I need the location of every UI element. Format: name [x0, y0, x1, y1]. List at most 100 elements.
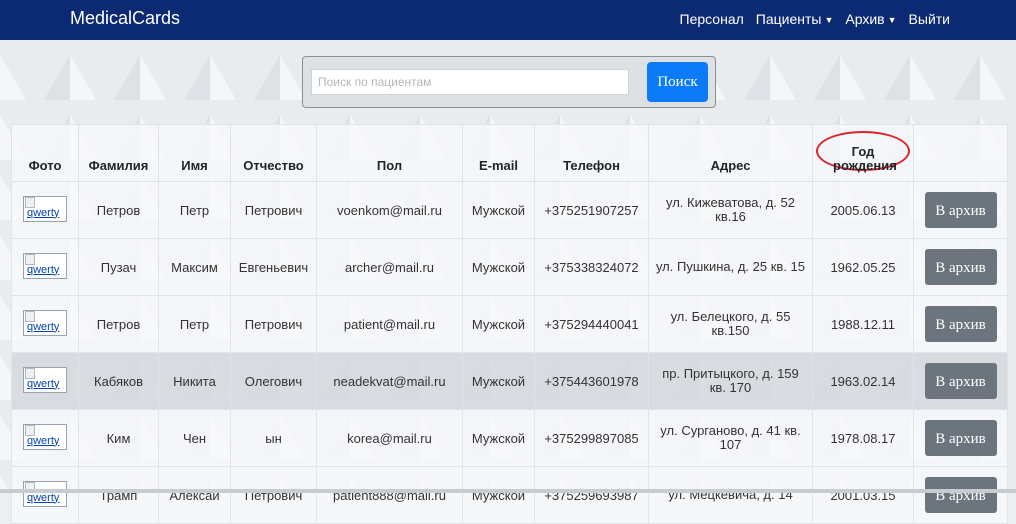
archive-button[interactable]: В архив [924, 363, 997, 399]
email-cell: Мужской [462, 181, 535, 239]
photo-cell: qwerty [11, 181, 79, 239]
address-cell: ул. Пушкина, д. 25 кв. 15 [648, 238, 813, 296]
patient-photo[interactable]: qwerty [23, 423, 67, 450]
header-patronymic: Отчество [230, 124, 317, 182]
caret-down-icon: ▼ [824, 15, 834, 26]
phone-cell: +375294440041 [534, 295, 649, 353]
brand-logo[interactable]: MedicalCards [70, 8, 180, 29]
header-email: E-mail [462, 124, 535, 182]
surname-cell: Трамп [78, 466, 159, 524]
photo-cell: qwerty [11, 238, 79, 296]
patients-table: Фото Фамилия Имя Отчество Пол E-mail Тел… [11, 124, 1008, 524]
horizontal-scrollbar[interactable] [0, 489, 1016, 493]
birth-cell: 1963.02.14 [812, 352, 914, 410]
phone-cell: +375259693987 [534, 466, 649, 524]
phone-cell: +375299897085 [534, 409, 649, 467]
birth-cell: 2001.03.15 [812, 466, 914, 524]
photo-alt-text: qwerty [27, 263, 60, 276]
patient-photo[interactable]: qwerty [23, 366, 67, 393]
gender-cell: neadekvat@mail.ru [316, 352, 463, 410]
surname-cell: Петров [78, 181, 159, 239]
surname-cell: Пузач [78, 238, 159, 296]
gender-cell: archer@mail.ru [316, 238, 463, 296]
archive-button[interactable]: В архив [924, 306, 997, 342]
patient-photo[interactable]: qwerty [23, 195, 67, 222]
navbar: MedicalCards Персонал Пациенты ▼ Архив ▼ В… [0, 0, 1016, 40]
actions-cell: В архив [913, 352, 1008, 410]
patronymic-cell: Евгеньевич [230, 238, 317, 296]
search-button[interactable]: Поиск [647, 62, 708, 102]
broken-image-icon [25, 196, 35, 208]
patient-photo[interactable]: qwerty [23, 309, 67, 336]
search-form: Поиск [302, 56, 716, 108]
gender-cell: patient888@mail.ru [316, 466, 463, 524]
patronymic-cell: Петрович [230, 466, 317, 524]
header-birth-year: Год рождения [812, 124, 914, 182]
name-cell: Петр [158, 295, 231, 353]
photo-alt-text: qwerty [27, 491, 60, 504]
patient-photo[interactable]: qwerty [23, 252, 67, 279]
header-phone: Телефон [534, 124, 649, 182]
broken-image-icon [25, 424, 35, 436]
actions-cell: В архив [913, 466, 1008, 524]
broken-image-icon [25, 253, 35, 265]
patronymic-cell: Петрович [230, 295, 317, 353]
archive-button[interactable]: В архив [924, 249, 997, 285]
header-actions [913, 124, 1008, 182]
photo-cell: qwerty [11, 409, 79, 467]
header-address: Адрес [648, 124, 813, 182]
birth-cell: 2005.06.13 [812, 181, 914, 239]
photo-alt-text: qwerty [27, 320, 60, 333]
photo-cell: qwerty [11, 295, 79, 353]
birth-cell: 1988.12.11 [812, 295, 914, 353]
name-cell: Чен [158, 409, 231, 467]
nav-archive-label: Архив [845, 11, 885, 27]
header-name: Имя [158, 124, 231, 182]
nav-archive-dropdown[interactable]: Архив ▼ [845, 11, 896, 27]
photo-alt-text: qwerty [27, 377, 60, 390]
table-row: qwerty Петров Петр Петрович patient@mail.ru М… [11, 295, 1008, 353]
header-gender: Пол [316, 124, 463, 182]
broken-image-icon [25, 310, 35, 322]
email-cell: Мужской [462, 409, 535, 467]
table-row: qwerty Кабяков Никита Олегович neadekvat@mai… [11, 352, 1008, 410]
table-row: qwerty Пузач Максим Евгеньевич archer@mail.r… [11, 238, 1008, 296]
table-row: qwerty Петров Петр Петрович voenkom@mail.ru М… [11, 181, 1008, 239]
header-birth-year-label: Год рождения [833, 144, 897, 173]
header-photo: Фото [11, 124, 79, 182]
photo-cell: qwerty [11, 352, 79, 410]
archive-button[interactable]: В архив [924, 420, 997, 456]
caret-down-icon: ▼ [887, 15, 897, 26]
archive-button[interactable]: В архив [924, 477, 997, 513]
nav-staff-link[interactable]: Персонал [680, 11, 744, 27]
actions-cell: В архив [913, 295, 1008, 353]
birth-cell: 1978.08.17 [812, 409, 914, 467]
name-cell: Максим [158, 238, 231, 296]
email-cell: Мужской [462, 295, 535, 353]
photo-cell: qwerty [11, 466, 79, 524]
table-row: qwerty Ким Чен ын korea@mail.ru Мужской +37529… [11, 409, 1008, 467]
birth-cell: 1962.05.25 [812, 238, 914, 296]
name-cell: Петр [158, 181, 231, 239]
phone-cell: +375338324072 [534, 238, 649, 296]
address-cell: ул. Сурганово, д. 41 кв. 107 [648, 409, 813, 467]
photo-alt-text: qwerty [27, 434, 60, 447]
actions-cell: В архив [913, 181, 1008, 239]
surname-cell: Кабяков [78, 352, 159, 410]
phone-cell: +375251907257 [534, 181, 649, 239]
broken-image-icon [25, 367, 35, 379]
archive-button[interactable]: В архив [924, 192, 997, 228]
patronymic-cell: Олегович [230, 352, 317, 410]
table-row: qwerty Трамп Алексай Петрович patient888@mai… [11, 466, 1008, 524]
email-cell: Мужской [462, 466, 535, 524]
gender-cell: voenkom@mail.ru [316, 181, 463, 239]
search-input[interactable] [311, 69, 629, 95]
actions-cell: В архив [913, 409, 1008, 467]
table-header-row: Фото Фамилия Имя Отчество Пол E-mail Тел… [11, 124, 1008, 182]
nav-patients-dropdown[interactable]: Пациенты ▼ [756, 11, 834, 27]
gender-cell: patient@mail.ru [316, 295, 463, 353]
patient-photo[interactable]: qwerty [23, 480, 67, 507]
name-cell: Алексай [158, 466, 231, 524]
nav-logout-link[interactable]: Выйти [909, 11, 950, 27]
address-cell: ул. Белецкого, д. 55 кв.150 [648, 295, 813, 353]
